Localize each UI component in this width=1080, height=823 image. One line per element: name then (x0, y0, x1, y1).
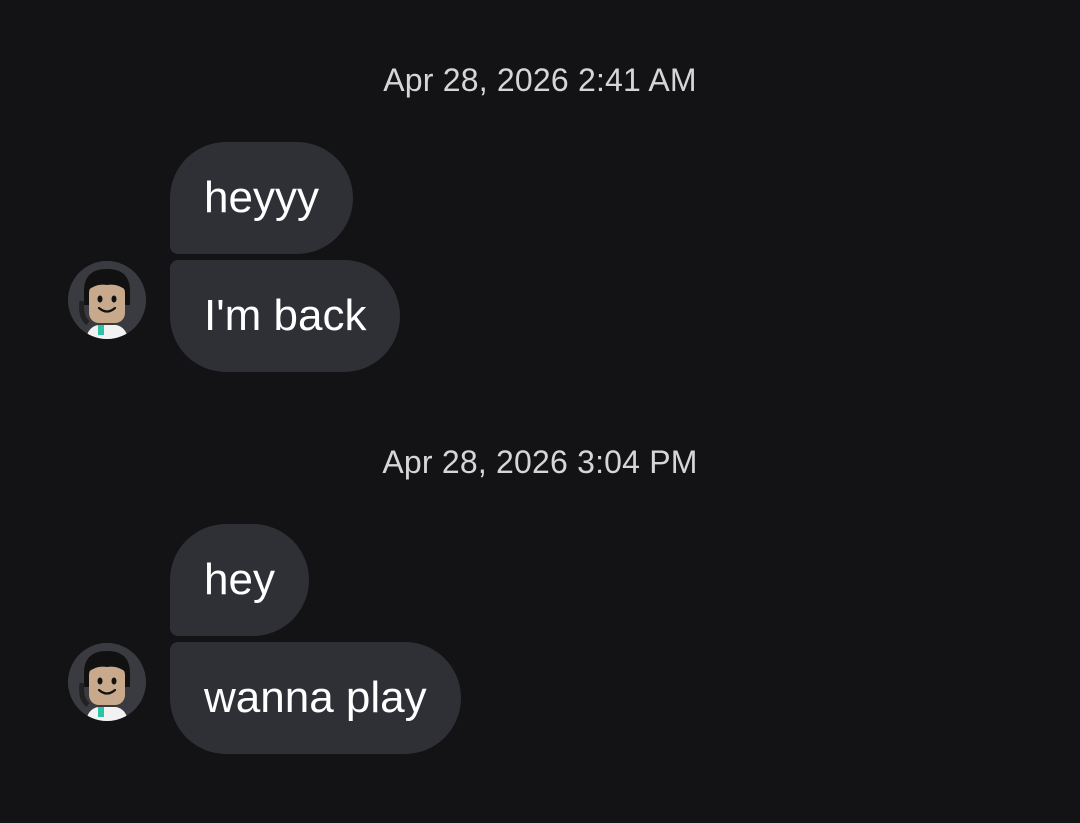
user-avatar-icon (68, 261, 146, 339)
sender-avatar[interactable] (68, 643, 146, 721)
sender-avatar[interactable] (68, 261, 146, 339)
message-bubble[interactable]: heyyy (170, 142, 353, 254)
message-bubble[interactable]: wanna play (170, 642, 461, 754)
message-bubble[interactable]: hey (170, 524, 309, 636)
message-timestamp: Apr 28, 2026 2:41 AM (383, 62, 697, 98)
chat-thread: Apr 28, 2026 2:41 AM heyyy I'm back Apr … (0, 0, 1080, 823)
message-bubble[interactable]: I'm back (170, 260, 401, 372)
message-timestamp: Apr 28, 2026 3:04 PM (382, 444, 698, 480)
user-avatar-icon (68, 643, 146, 721)
